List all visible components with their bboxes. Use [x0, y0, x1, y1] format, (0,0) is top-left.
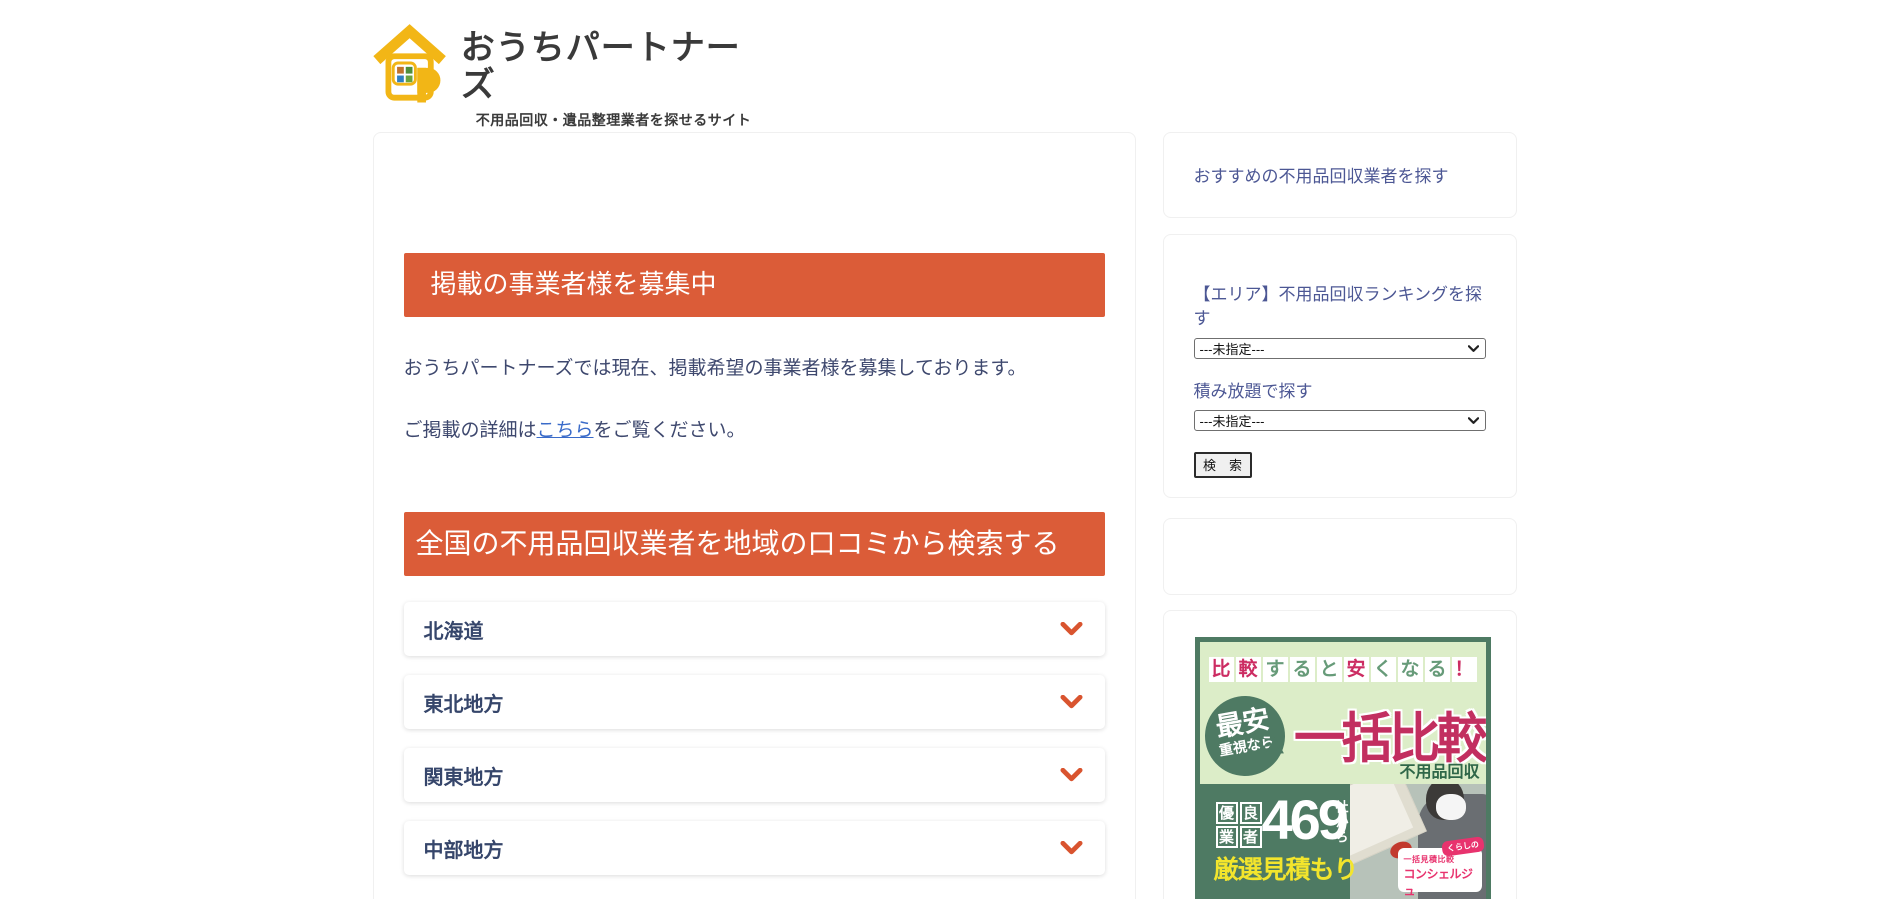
region-accordion-hokkaido[interactable]: 北海道	[404, 602, 1105, 656]
truckload-link[interactable]: 積み放題で探す	[1194, 380, 1313, 404]
ranking-search-box: 【エリア】不用品回収ランキングを探す ---未指定--- 積み放題で探す ---…	[1163, 234, 1517, 498]
select-chevron-icon	[1468, 417, 1479, 425]
select-chevron-icon	[1468, 345, 1479, 353]
quality-char: 者	[1240, 826, 1262, 848]
recruit-heading: 掲載の事業者様を募集中	[404, 253, 1105, 317]
ad-catch-char: る	[1290, 657, 1315, 682]
main-card: 掲載の事業者様を募集中 おうちパートナーズでは現在、掲載希望の事業者様を募集して…	[373, 132, 1136, 899]
recommend-box: おすすめの不用品回収業者を探す	[1163, 132, 1517, 218]
chevron-down-icon	[1060, 768, 1083, 782]
region-accordion-list: 北海道 東北地方 関東地方 中部地方	[404, 602, 1105, 875]
brand-small-text: 一括見積比較	[1404, 854, 1477, 865]
ad-catch-char: ！	[1452, 657, 1477, 682]
ad-bubble: 最安 重視なら	[1198, 690, 1291, 783]
ad-catch-char: 安	[1344, 657, 1369, 682]
search-button[interactable]: 検 索	[1194, 452, 1252, 478]
quality-char: 業	[1216, 826, 1238, 848]
logo-text: おうちパートナーズ 不用品回収・遺品整理業者を探せるサイト	[461, 22, 763, 130]
region-label: 中部地方	[424, 834, 504, 863]
area-select-value: ---未指定---	[1200, 339, 1265, 358]
worker-mask	[1436, 794, 1466, 820]
ad-catch-char: と	[1317, 657, 1342, 682]
chevron-down-icon	[1060, 622, 1083, 636]
detail-suffix: をご覧ください。	[594, 420, 746, 441]
recruit-paragraph: おうちパートナーズでは現在、掲載希望の事業者様を募集しております。	[404, 355, 1105, 384]
quality-char: 優	[1216, 802, 1238, 824]
empty-widget-box	[1163, 518, 1517, 595]
ad-pitch: 厳選見積もり	[1214, 850, 1358, 886]
ad-catch-char: る	[1425, 657, 1450, 682]
truckload-select-value: ---未指定---	[1200, 411, 1265, 430]
quality-char: 良	[1240, 802, 1262, 824]
ad-headline-sub: 不用品回収	[1399, 758, 1479, 782]
company-count-unit: 社から	[1332, 800, 1351, 845]
comparison-ad-banner[interactable]: 比 較 す る と 安 く な る ！ 最安 重視なら	[1195, 637, 1491, 899]
chevron-down-icon	[1060, 695, 1083, 709]
ad-bottom-section: 優 良 業 者 469 社から 厳選見積もり 一括見積比較 コンシェルジュ くら…	[1200, 784, 1486, 899]
quality-label: 優 良 業 者	[1216, 802, 1262, 848]
sidebar: おすすめの不用品回収業者を探す 【エリア】不用品回収ランキングを探す ---未指…	[1163, 132, 1517, 899]
region-label: 東北地方	[424, 688, 504, 717]
region-accordion-chubu[interactable]: 中部地方	[404, 821, 1105, 875]
ad-catch-char: す	[1263, 657, 1288, 682]
brand-name-text: コンシェルジュ	[1404, 865, 1477, 899]
region-search-heading: 全国の不用品回収業者を地域の口コミから検索する	[404, 512, 1105, 576]
detail-link[interactable]: こちら	[537, 420, 594, 441]
ad-box: 比 較 す る と 安 く な る ！ 最安 重視なら	[1163, 610, 1517, 899]
page: おうちパートナーズ 不用品回収・遺品整理業者を探せるサイト 掲載の事業者様を募集…	[0, 0, 1889, 899]
detail-paragraph: ご掲載の詳細はこちらをご覧ください。	[404, 417, 1105, 446]
ad-catch-char: な	[1398, 657, 1423, 682]
truckload-select[interactable]: ---未指定---	[1194, 410, 1486, 431]
ad-brand-logo: 一括見積比較 コンシェルジュ くらしの	[1398, 848, 1482, 892]
site-logo-link[interactable]: おうちパートナーズ 不用品回収・遺品整理業者を探せるサイト	[373, 22, 763, 130]
ad-catch-copy: 比 較 す る と 安 く な る ！	[1200, 657, 1486, 682]
recommend-link[interactable]: おすすめの不用品回収業者を探す	[1194, 165, 1449, 189]
ad-catch-char: 較	[1236, 657, 1261, 682]
site-tagline: 不用品回収・遺品整理業者を探せるサイト	[461, 110, 763, 130]
house-logo-icon	[373, 22, 446, 104]
region-accordion-kanto[interactable]: 関東地方	[404, 748, 1105, 802]
area-select[interactable]: ---未指定---	[1194, 338, 1486, 359]
region-accordion-tohoku[interactable]: 東北地方	[404, 675, 1105, 729]
ad-catch-char: 比	[1209, 657, 1234, 682]
site-header: おうちパートナーズ 不用品回収・遺品整理業者を探せるサイト	[373, 0, 1517, 132]
region-label: 北海道	[424, 615, 484, 644]
chevron-down-icon	[1060, 841, 1083, 855]
content-area: 掲載の事業者様を募集中 おうちパートナーズでは現在、掲載希望の事業者様を募集して…	[373, 132, 1517, 899]
detail-prefix: ご掲載の詳細は	[404, 420, 537, 441]
area-ranking-link[interactable]: 【エリア】不用品回収ランキングを探す	[1194, 283, 1486, 331]
site-title: おうちパートナーズ	[461, 30, 763, 105]
region-label: 関東地方	[424, 761, 504, 790]
ad-catch-char: く	[1371, 657, 1396, 682]
